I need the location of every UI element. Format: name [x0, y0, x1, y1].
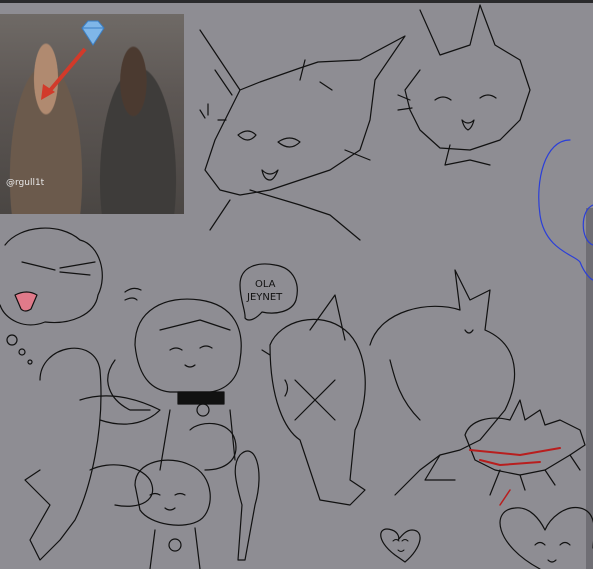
sketch-cat-behind: [269, 294, 366, 506]
sketch-spiky-creature: [464, 399, 586, 506]
speech-line-1: OLA: [255, 279, 276, 290]
sketch-girl-collar: [107, 287, 271, 471]
sketch-spoon: [234, 450, 260, 561]
sketch-tall-shape: [24, 347, 102, 561]
speech-line-2: JEYNET: [246, 292, 283, 303]
sketch-small-figure: [134, 459, 211, 569]
sketch-bowing-cat: [369, 269, 516, 496]
sketch-heart-big: [499, 506, 593, 569]
sketch-layer: OLA JEYNET: [0, 4, 593, 569]
sketch-cat-head-center: [199, 29, 406, 241]
drawing-canvas[interactable]: @rgull1t OLA JEYNET: [0, 0, 593, 569]
blue-outline-stroke-2: [582, 204, 593, 246]
sketch-cat-head-right: [397, 4, 531, 166]
sketch-heart-small: [380, 528, 421, 563]
blue-outline-stroke: [538, 139, 593, 281]
sketch-arm-shape: [89, 464, 154, 507]
sketch-thought-cloud: [0, 227, 103, 365]
